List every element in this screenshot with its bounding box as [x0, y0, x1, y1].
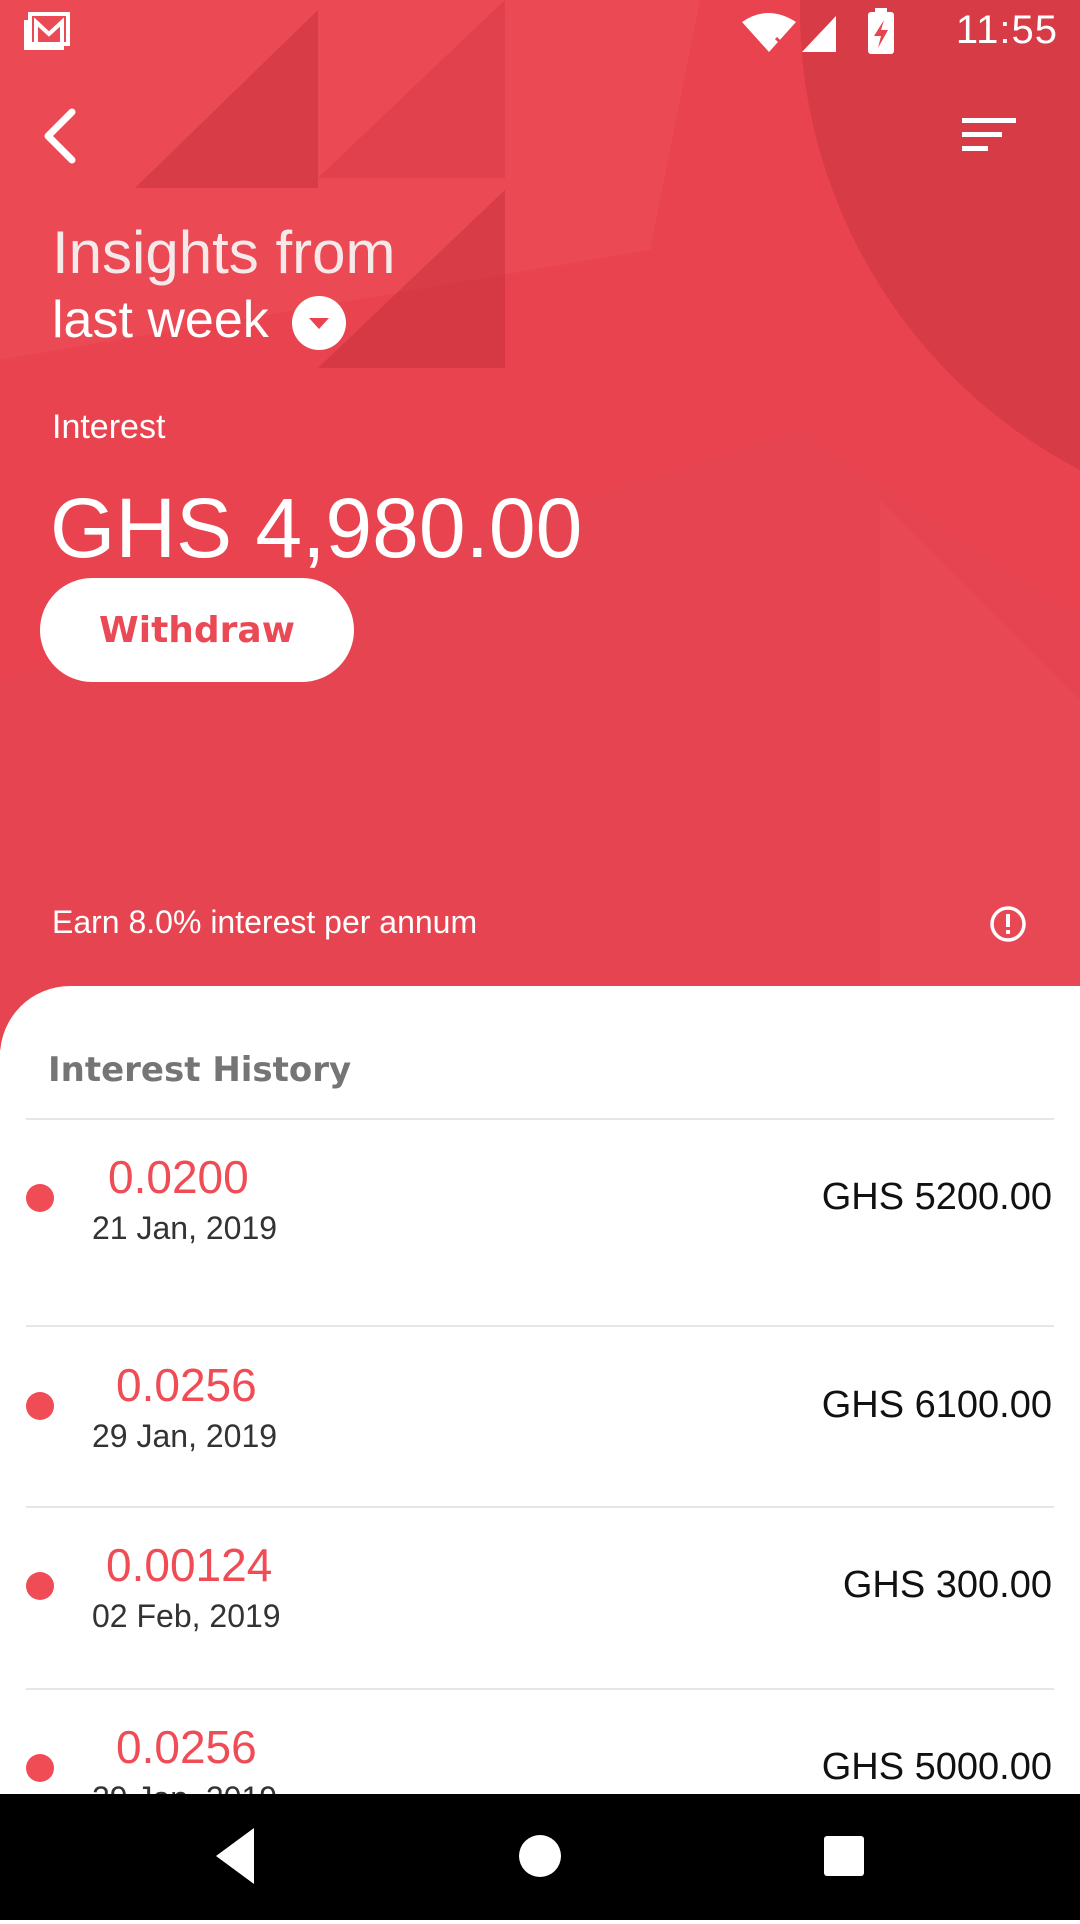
status-dot [26, 1392, 54, 1420]
signal-icon [802, 16, 836, 52]
nav-recents-icon[interactable] [824, 1836, 864, 1876]
history-date: 29 Jan, 2019 [92, 1780, 277, 1794]
history-date: 02 Feb, 2019 [92, 1598, 281, 1634]
history-amount: GHS 5000.00 [821, 1746, 1052, 1788]
title-line-1: Insights from [52, 219, 396, 286]
history-row[interactable]: 0.0256 29 Jan, 2019 GHS 6100.00 [0, 1328, 1080, 1508]
navigation-bar [0, 1794, 1080, 1920]
dropdown-icon[interactable] [292, 296, 346, 350]
history-date: 29 Jan, 2019 [92, 1418, 278, 1454]
period-selector-label[interactable]: last week [52, 290, 269, 350]
status-bar: 11:55 [0, 0, 1080, 64]
nav-home-icon[interactable] [519, 1835, 561, 1877]
history-title: Interest History [48, 1050, 352, 1090]
wifi-icon [742, 13, 796, 52]
status-dot [26, 1754, 54, 1782]
back-icon[interactable] [34, 100, 94, 172]
status-dot [26, 1184, 54, 1212]
history-rate: 0.0256 [116, 1359, 257, 1411]
history-amount: GHS 5200.00 [821, 1176, 1052, 1218]
history-rate: 0.00124 [106, 1539, 273, 1591]
history-row[interactable]: 0.0256 29 Jan, 2019 GHS 5000.00 [0, 1690, 1080, 1794]
status-time: 11:55 [955, 8, 1058, 52]
history-date: 21 Jan, 2019 [92, 1210, 278, 1246]
mail-icon [24, 12, 70, 50]
status-dot [26, 1572, 54, 1600]
info-icon[interactable] [988, 904, 1028, 944]
interest-amount: GHS 4,980.00 [50, 481, 583, 575]
history-rate: 0.0200 [108, 1151, 249, 1203]
withdraw-button[interactable]: Withdraw [40, 578, 354, 682]
history-amount: GHS 300.00 [842, 1564, 1052, 1606]
divider [26, 1325, 1054, 1327]
history-row[interactable]: 0.0200 21 Jan, 2019 GHS 5200.00 [0, 1120, 1080, 1300]
status-icons [742, 8, 894, 54]
history-amount: GHS 6100.00 [821, 1384, 1052, 1426]
battery-icon [868, 8, 894, 54]
history-rate: 0.0256 [116, 1721, 257, 1773]
interest-rate-note: Earn 8.0% interest per annum [52, 904, 478, 940]
history-row[interactable]: 0.00124 02 Feb, 2019 GHS 300.00 [0, 1508, 1080, 1688]
interest-label: Interest [52, 408, 166, 446]
filter-menu-icon[interactable] [960, 112, 1020, 160]
nav-back-icon[interactable] [216, 1828, 254, 1884]
